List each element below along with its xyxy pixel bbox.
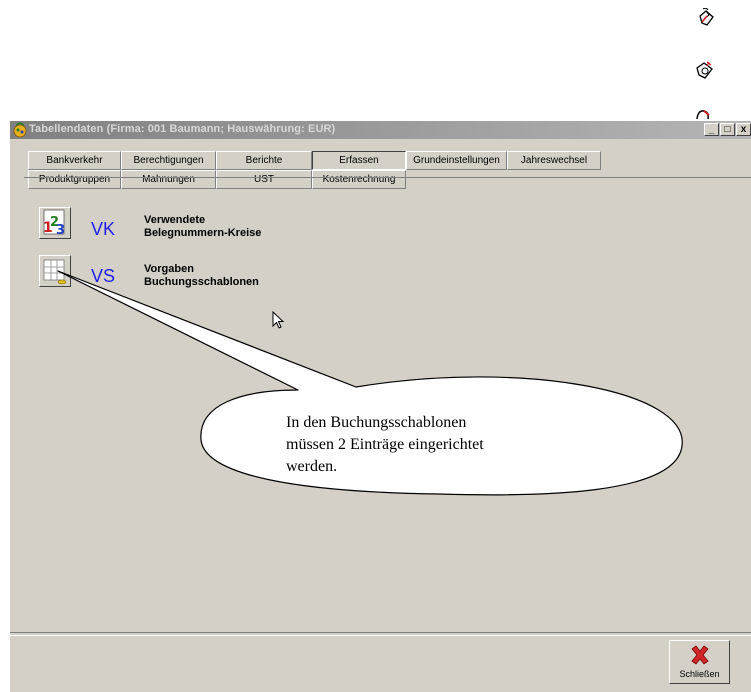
callout-line1: In den Buchungsschablonen — [286, 414, 467, 431]
callout-balloon — [57, 270, 683, 496]
mouse-cursor-icon — [272, 311, 285, 329]
callout-line3: werden. — [286, 458, 338, 475]
callout-line2: müssen 2 Einträge eingerichtet — [286, 436, 484, 453]
callout-text: In den Buchungsschablonen müssen 2 Eintr… — [286, 412, 586, 478]
